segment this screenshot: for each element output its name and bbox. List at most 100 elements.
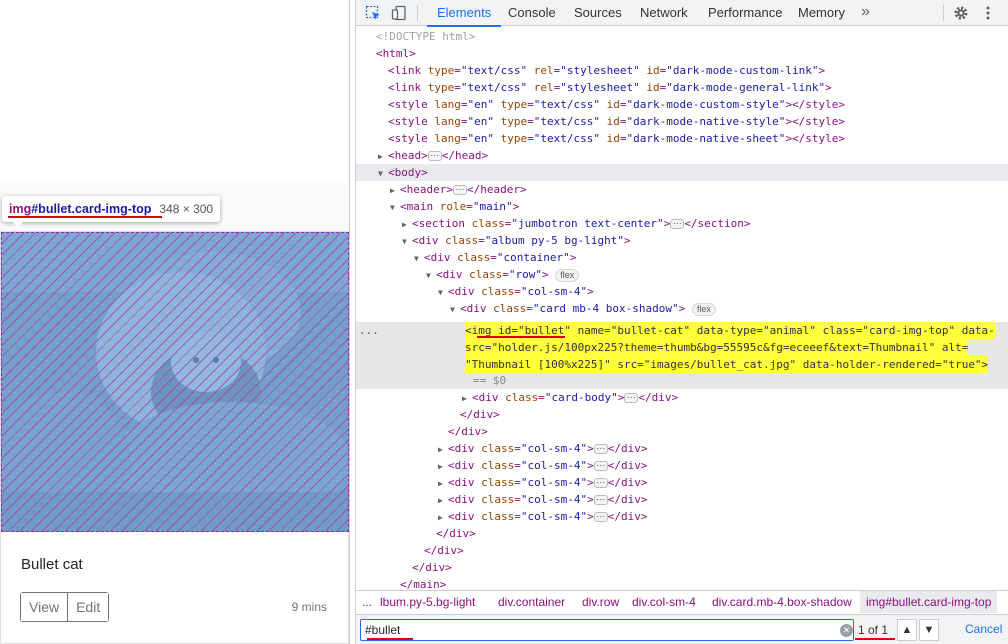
dom-node-a-12[interactable]: ▼ <div class="album py-5 bg-light"> (356, 232, 1008, 249)
collapsed-ellipsis[interactable]: ··· (593, 512, 608, 522)
card-button-group: View Edit (20, 592, 110, 622)
breadcrumb-item[interactable]: div.col-sm-4 (632, 591, 696, 613)
inspect-icon[interactable] (363, 3, 383, 23)
more-tabs-icon[interactable]: » (861, 0, 870, 26)
dom-node-b-2[interactable]: </div> (356, 423, 1008, 440)
dom-node-b-7[interactable]: ▶ <div class="col-sm-4"> ··· </div> (356, 508, 1008, 525)
expand-toggle-icon[interactable]: ▼ (450, 301, 460, 318)
selected-node[interactable]: ... <img id="bullet" name="bullet-cat" d… (356, 322, 1008, 389)
device-toolbar-icon[interactable] (389, 3, 409, 23)
dom-node-b-5[interactable]: ▶ <div class="col-sm-4"> ··· </div> (356, 474, 1008, 491)
breadcrumb-item[interactable]: div.card.mb-4.box-shadow (712, 591, 852, 613)
dom-node-b-10[interactable]: </div> (356, 559, 1008, 576)
dom-node-a-7[interactable]: ▶ <head> ··· </head> (356, 147, 1008, 164)
cancel-search-button[interactable]: Cancel (965, 622, 1002, 636)
flex-badge[interactable]: flex (555, 268, 580, 282)
search-prev-button[interactable]: ▲ (897, 619, 917, 641)
expand-toggle-icon[interactable]: ▶ (378, 148, 388, 165)
settings-icon[interactable] (951, 3, 971, 23)
collapsed-ellipsis[interactable]: ··· (670, 219, 685, 229)
clear-search-icon[interactable]: ✕ (840, 624, 853, 637)
tab-network[interactable]: Network (640, 0, 688, 26)
dom-node-a-0[interactable]: <!DOCTYPE html> (356, 28, 1008, 45)
collapsed-ellipsis[interactable]: ··· (452, 185, 467, 195)
dom-node-a-16[interactable]: ▼ <div class="card mb-4 box-shadow"> flex (356, 300, 1008, 317)
tab-console[interactable]: Console (508, 0, 556, 26)
dom-node-a-9[interactable]: ▶ <header> ··· </header> (356, 181, 1008, 198)
page-viewport: Bullet cat View Edit 9 mins img#bullet.c… (0, 0, 350, 644)
expand-toggle-icon[interactable]: ▼ (390, 199, 400, 216)
dom-node-b-0[interactable]: ▶ <div class="card-body"> ··· </div> (356, 389, 1008, 406)
search-input[interactable] (365, 622, 755, 638)
page-top-area (0, 0, 349, 183)
dom-node-a-10[interactable]: ▼ <main role="main"> (356, 198, 1008, 215)
annotation-underline (477, 336, 565, 338)
expand-toggle-icon[interactable]: ▶ (438, 492, 448, 509)
breadcrumb-item[interactable]: div.container (498, 591, 565, 613)
breadcrumb-overflow[interactable]: ... (362, 591, 372, 613)
expand-toggle-icon[interactable]: ▼ (414, 250, 424, 267)
breadcrumb-item[interactable]: img#bullet.card-img-top (860, 591, 998, 613)
dom-node-a-1[interactable]: <html> (356, 45, 1008, 62)
selected-node-ref: == $0 (473, 374, 507, 387)
flex-badge[interactable]: flex (691, 302, 716, 316)
search-bar: ✕ 1 of 1 ▲ ▼ Cancel (356, 614, 1008, 644)
dom-node-a-2[interactable]: <link type="text/css" rel="stylesheet" i… (356, 62, 1008, 79)
dom-tree[interactable]: ... <img id="bullet" name="bullet-cat" d… (356, 27, 1008, 589)
card-image[interactable] (1, 232, 349, 532)
toolbar-separator (943, 5, 944, 21)
dom-node-a-11[interactable]: ▶ <section class="jumbotron text-center">… (356, 215, 1008, 232)
dom-node-a-14[interactable]: ▼ <div class="row"> flex (356, 266, 1008, 283)
collapsed-ellipsis[interactable]: ··· (624, 393, 639, 403)
toolbar-separator (417, 5, 418, 21)
selected-node-ellipsis[interactable]: ... (359, 324, 379, 337)
expand-toggle-icon[interactable]: ▶ (462, 390, 472, 407)
expand-toggle-icon[interactable]: ▼ (426, 267, 436, 284)
collapsed-ellipsis[interactable]: ··· (593, 495, 608, 505)
dom-node-a-5[interactable]: <style lang="en" type="text/css" id="dar… (356, 113, 1008, 130)
collapsed-ellipsis[interactable]: ··· (593, 478, 608, 488)
tooltip-tag: img (9, 202, 32, 216)
card: Bullet cat View Edit 9 mins (0, 231, 349, 644)
annotation-underline (8, 216, 162, 218)
tab-memory[interactable]: Memory (798, 0, 845, 26)
dom-node-a-8[interactable]: ▼ <body> (356, 164, 1008, 181)
breadcrumb-item[interactable]: lbum.py-5.bg-light (380, 591, 475, 613)
expand-toggle-icon[interactable]: ▶ (438, 458, 448, 475)
dom-node-b-6[interactable]: ▶ <div class="col-sm-4"> ··· </div> (356, 491, 1008, 508)
expand-toggle-icon[interactable]: ▼ (402, 233, 412, 250)
expand-toggle-icon[interactable]: ▶ (402, 216, 412, 233)
tooltip-selector: #bullet.card-img-top (31, 202, 152, 216)
tab-sources[interactable]: Sources (574, 0, 622, 26)
view-button[interactable]: View (21, 593, 68, 621)
more-options-icon[interactable] (978, 3, 998, 23)
expand-toggle-icon[interactable]: ▼ (378, 165, 388, 182)
search-next-button[interactable]: ▼ (919, 619, 939, 641)
expand-toggle-icon[interactable]: ▶ (390, 182, 400, 199)
dom-node-b-11[interactable]: </main> (356, 576, 1008, 589)
dom-node-a-15[interactable]: ▼ <div class="col-sm-4"> (356, 283, 1008, 300)
collapsed-ellipsis[interactable]: ··· (593, 461, 608, 471)
collapsed-ellipsis[interactable]: ··· (427, 151, 442, 161)
edit-button[interactable]: Edit (67, 593, 109, 621)
dom-node-b-8[interactable]: </div> (356, 525, 1008, 542)
dom-node-a-4[interactable]: <style lang="en" type="text/css" id="dar… (356, 96, 1008, 113)
breadcrumb-item[interactable]: div.row (582, 591, 619, 613)
dom-node-b-3[interactable]: ▶ <div class="col-sm-4"> ··· </div> (356, 440, 1008, 457)
dom-node-b-1[interactable]: </div> (356, 406, 1008, 423)
expand-toggle-icon[interactable]: ▶ (438, 441, 448, 458)
dom-node-a-13[interactable]: ▼ <div class="container"> (356, 249, 1008, 266)
card-time: 9 mins (291, 600, 327, 614)
dom-node-b-9[interactable]: </div> (356, 542, 1008, 559)
inspect-tooltip: img#bullet.card-img-top 348 × 300 (2, 196, 221, 222)
dom-node-b-4[interactable]: ▶ <div class="col-sm-4"> ··· </div> (356, 457, 1008, 474)
collapsed-ellipsis[interactable]: ··· (593, 444, 608, 454)
expand-toggle-icon[interactable]: ▼ (438, 284, 448, 301)
expand-toggle-icon[interactable]: ▶ (438, 475, 448, 492)
tab-elements[interactable]: Elements (426, 0, 502, 27)
expand-toggle-icon[interactable]: ▶ (438, 509, 448, 526)
card-title: Bullet cat (21, 556, 83, 573)
dom-node-a-6[interactable]: <style lang="en" type="text/css" id="dar… (356, 130, 1008, 147)
dom-node-a-3[interactable]: <link type="text/css" rel="stylesheet" i… (356, 79, 1008, 96)
tab-performance[interactable]: Performance (708, 0, 782, 26)
